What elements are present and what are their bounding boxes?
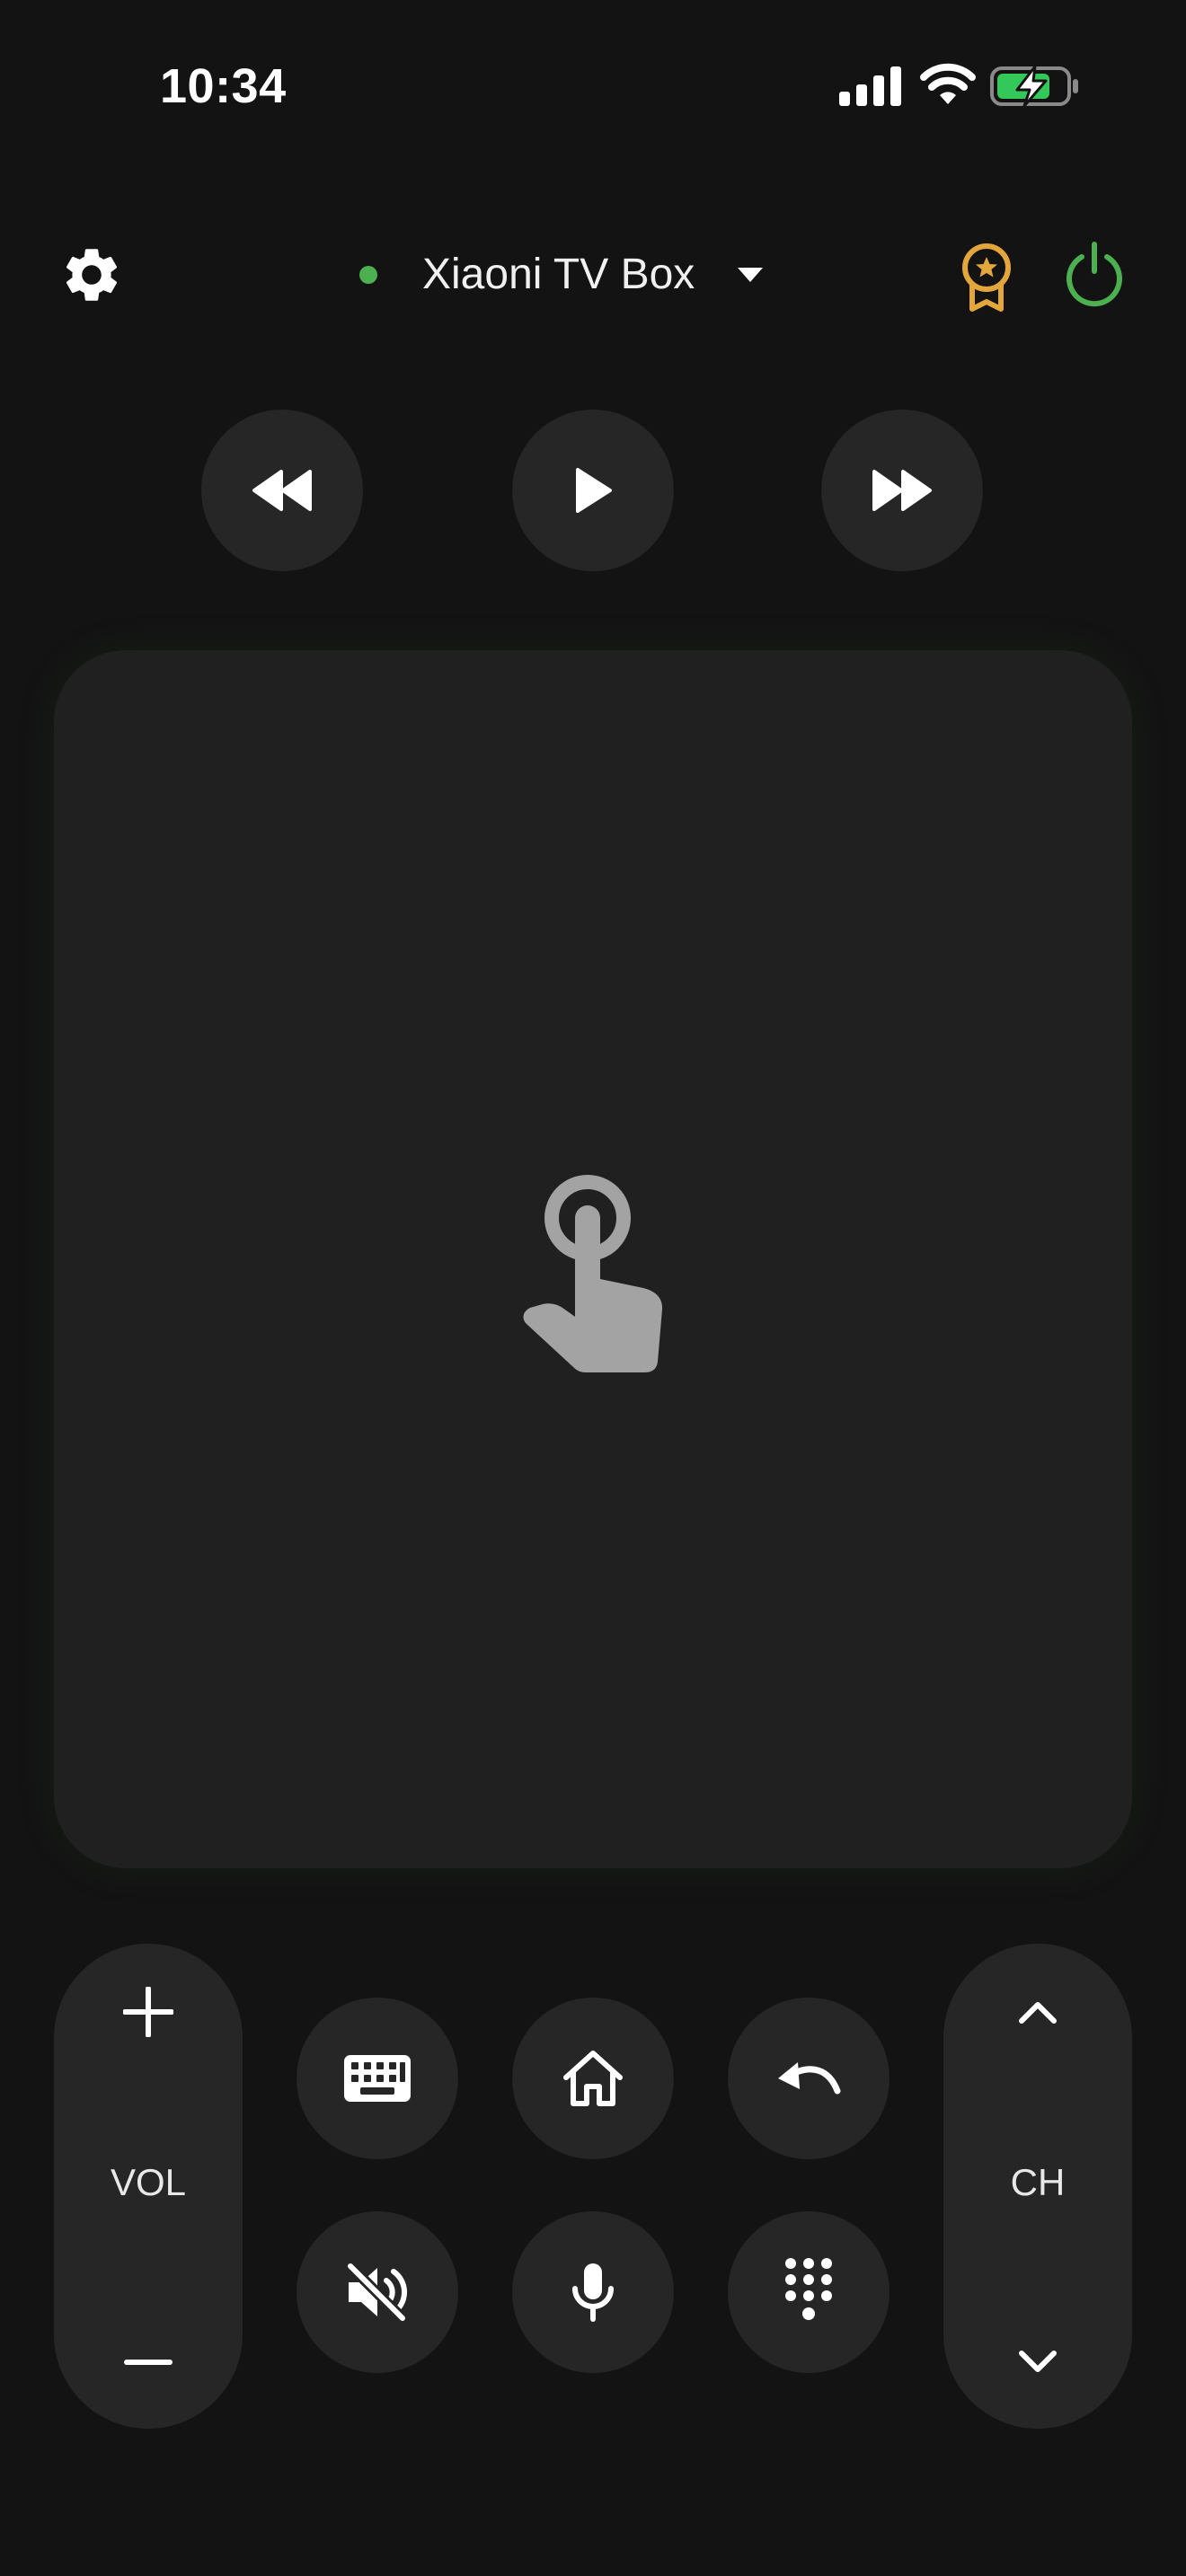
settings-gear-icon[interactable] <box>59 243 124 307</box>
chevron-up-icon <box>1019 2002 1057 2024</box>
volume-label: VOL <box>110 2161 187 2203</box>
device-name: Xiaoni TV Box <box>422 251 695 298</box>
volume-up-button[interactable] <box>54 1949 243 2075</box>
numpad-icon <box>785 2258 832 2320</box>
numpad-button[interactable] <box>728 2211 890 2373</box>
rewind-icon <box>252 470 312 511</box>
touch-gesture-icon <box>523 1175 663 1372</box>
dropdown-caret-icon <box>738 268 764 282</box>
channel-label: CH <box>1010 2161 1066 2203</box>
keyboard-icon <box>344 2055 411 2102</box>
home-icon <box>563 2051 623 2106</box>
premium-award-icon[interactable] <box>952 241 1021 313</box>
microphone-icon <box>572 2263 614 2322</box>
battery-charging-icon <box>990 65 1078 108</box>
minus-icon <box>124 2360 173 2365</box>
channel-control: CH <box>943 1944 1132 2429</box>
status-time: 10:34 <box>160 59 287 113</box>
cellular-signal-icon <box>839 66 901 106</box>
connection-status-dot <box>359 266 377 284</box>
volume-control: VOL <box>54 1944 243 2429</box>
fast-forward-button[interactable] <box>821 410 983 571</box>
power-icon[interactable] <box>1062 241 1127 309</box>
volume-down-button[interactable] <box>54 2299 243 2425</box>
chevron-down-icon <box>1019 2351 1057 2372</box>
channel-up-button[interactable] <box>943 1949 1132 2075</box>
back-button[interactable] <box>728 1998 890 2159</box>
play-icon <box>576 468 612 513</box>
wifi-icon <box>920 63 976 104</box>
keyboard-button[interactable] <box>296 1998 458 2159</box>
microphone-button[interactable] <box>512 2211 674 2373</box>
home-button[interactable] <box>512 1998 674 2159</box>
fast-forward-icon <box>872 470 932 511</box>
device-selector[interactable]: Xiaoni TV Box <box>359 243 765 307</box>
back-icon <box>778 2062 841 2095</box>
play-button[interactable] <box>512 410 674 571</box>
rewind-button[interactable] <box>201 410 363 571</box>
plus-icon <box>123 1987 173 2037</box>
mute-button[interactable] <box>296 2211 458 2373</box>
channel-down-button[interactable] <box>943 2299 1132 2425</box>
mute-icon <box>345 2263 408 2322</box>
